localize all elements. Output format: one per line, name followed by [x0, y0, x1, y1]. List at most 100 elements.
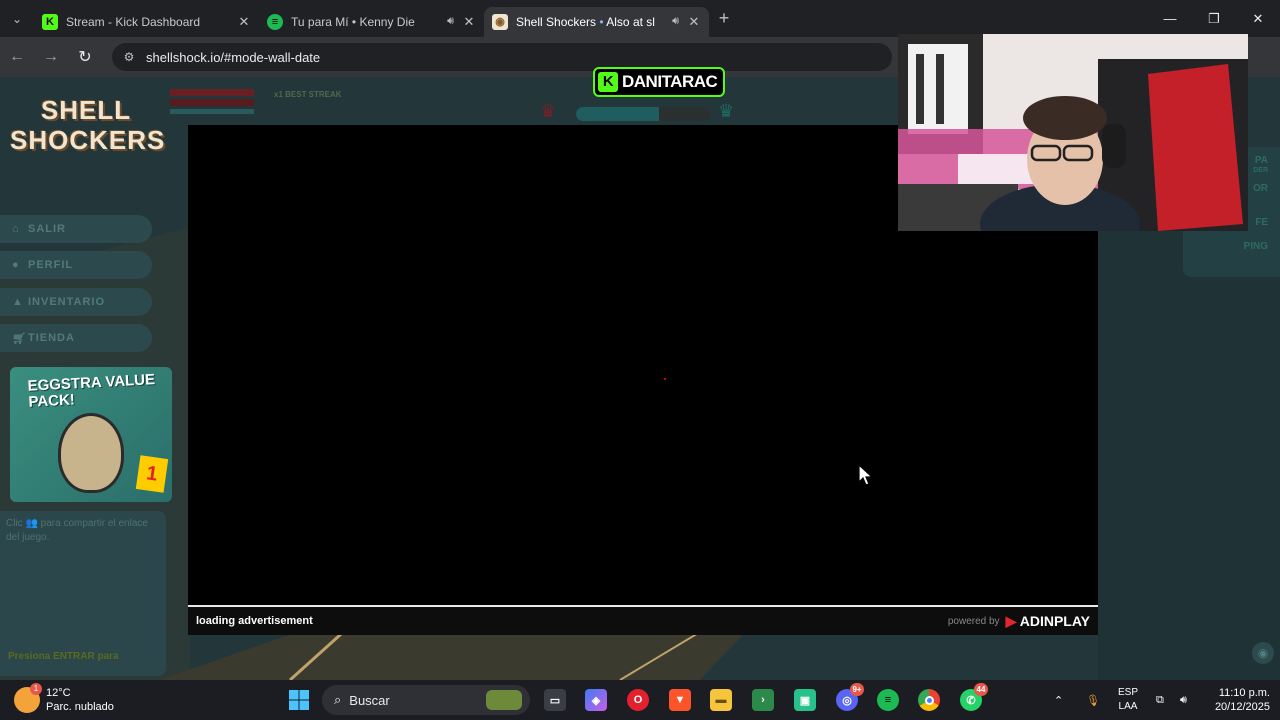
- menu-perfil-button[interactable]: ● PERFIL: [0, 251, 152, 279]
- chrome-icon[interactable]: [918, 689, 940, 711]
- speaker-icon[interactable]: 🔊︎: [672, 15, 679, 28]
- webcam-overlay: [898, 34, 1248, 231]
- menu-salir-button[interactable]: ⌂ SALIR: [0, 215, 152, 243]
- search-placeholder: Buscar: [349, 692, 390, 708]
- terminal-icon[interactable]: ›: [752, 689, 774, 711]
- tab-title: Stream - Kick Dashboard: [66, 14, 201, 29]
- egg-character: [58, 413, 124, 493]
- search-highlight-icon: [486, 690, 522, 710]
- reload-icon[interactable]: ↻: [68, 47, 102, 67]
- adinplay-brand: ADINPLAY: [1019, 612, 1090, 629]
- ad-loading-text: loading advertisement: [196, 615, 313, 627]
- language-indicator[interactable]: ESP LAA: [1118, 686, 1138, 714]
- menu-label: SALIR: [28, 223, 66, 235]
- streamer-name: DANITARAC: [622, 72, 718, 91]
- menu-tienda-button[interactable]: 🛒︎ TIENDA: [0, 324, 152, 352]
- close-icon[interactable]: ✕: [237, 14, 251, 30]
- spotify-icon: ≡: [267, 13, 283, 30]
- eggstra-promo-banner[interactable]: EGGSTRA VALUE PACK! 1: [10, 367, 172, 502]
- lang-code: ESP: [1118, 687, 1139, 698]
- address-bar[interactable]: ⚙ shellshock.io/#mode-wall-date: [112, 43, 892, 71]
- task-view-icon[interactable]: ▭: [544, 689, 566, 711]
- copilot-icon[interactable]: ◈: [585, 689, 607, 711]
- stat-label: DER: [1253, 167, 1268, 174]
- whatsapp-badge: 44: [974, 683, 988, 696]
- stat-label: FE: [1255, 217, 1268, 228]
- ad-powered-by: powered by ▶ ADINPLAY: [948, 613, 1090, 630]
- tab-title: Shell Shockers • Also at sl: [516, 14, 655, 29]
- menu-label: INVENTARIO: [28, 296, 106, 308]
- tab-kick[interactable]: K Stream - Kick Dashboard ✕: [34, 7, 259, 37]
- share-text: Clic 👥 para compartir el enlace del jueg…: [6, 518, 148, 543]
- eye-icon[interactable]: ◉: [1252, 642, 1274, 664]
- whatsapp-icon[interactable]: ✆ 44: [960, 683, 988, 711]
- system-clock[interactable]: 11:10 p.m. 20/12/2025: [1215, 686, 1270, 714]
- stat-label: OR: [1253, 183, 1268, 194]
- discord-icon[interactable]: ◎ 9+: [836, 683, 864, 711]
- team-score-bar: [576, 107, 710, 121]
- windows-taskbar: 1 12°C Parc. nublado ⌕ Buscar ▭ ◈ O ▼ ▬ …: [0, 680, 1280, 720]
- network-icon[interactable]: ⧉: [1156, 680, 1164, 720]
- ad-footer: loading advertisement powered by ▶ ADINP…: [188, 605, 1098, 635]
- tab-title: Tu para Mí • Kenny Die: [291, 14, 415, 29]
- close-icon[interactable]: ✕: [462, 14, 476, 30]
- taskbar-search[interactable]: ⌕ Buscar: [322, 685, 530, 715]
- spotify-icon[interactable]: ≡: [877, 689, 899, 711]
- tab-spotify[interactable]: ≡ Tu para Mí • Kenny Die 🔊︎ ✕: [259, 7, 484, 37]
- android-icon[interactable]: ▣: [794, 689, 816, 711]
- weather-icon: 1: [14, 683, 42, 713]
- weather-text: 12°C Parc. nublado: [46, 686, 114, 714]
- stat-label: PA: [1254, 155, 1268, 166]
- kick-icon: K: [42, 13, 58, 30]
- menu-inventario-button[interactable]: ▲ INVENTARIO: [0, 288, 152, 316]
- close-window-icon[interactable]: ✕: [1236, 0, 1280, 37]
- menu-label: PERFIL: [28, 259, 74, 271]
- cart-icon: 🛒︎: [12, 332, 27, 345]
- crown-red-icon: ♛: [540, 101, 557, 121]
- brave-icon[interactable]: ▼: [669, 689, 691, 711]
- lang-layout: LAA: [1118, 701, 1138, 712]
- menu-label: TIENDA: [28, 332, 75, 344]
- clock-time: 11:10 p.m.: [1218, 687, 1270, 699]
- inventory-icon: ▲: [12, 296, 24, 308]
- kick-username-badge: K DANITARAC: [593, 67, 726, 97]
- close-icon[interactable]: ✕: [687, 14, 701, 30]
- back-icon[interactable]: ←: [0, 48, 34, 66]
- user-icon: ●: [12, 259, 20, 271]
- minimize-icon[interactable]: —: [1148, 0, 1192, 37]
- clock-date: 20/12/2025: [1214, 701, 1270, 713]
- tab-search-button[interactable]: ⌄: [0, 0, 34, 37]
- volume-icon[interactable]: 🔊︎: [1180, 680, 1187, 720]
- tray-overflow-icon[interactable]: ⌃: [1054, 680, 1063, 720]
- restore-icon[interactable]: ❐: [1192, 0, 1236, 37]
- discord-badge: 9+: [850, 683, 864, 696]
- promo-title: EGGSTRA VALUE PACK!: [27, 371, 156, 411]
- best-streak: x1 BEST STREAK: [274, 90, 342, 99]
- mouse-cursor-icon: [858, 464, 874, 486]
- crown-green-icon: ♛: [718, 101, 735, 121]
- webcam-feed: [898, 34, 1248, 231]
- press-enter-text: Presiona ENTRAR para: [8, 651, 119, 662]
- browser-tab-bar: ⌄ K Stream - Kick Dashboard ✕ ≡ Tu para …: [0, 0, 1280, 37]
- weather-badge: 1: [30, 683, 42, 695]
- kick-icon: K: [598, 72, 618, 92]
- game-logo: SHELL SHOCKERS: [10, 95, 166, 155]
- opera-icon[interactable]: O: [627, 689, 649, 711]
- promo-price: 1: [135, 455, 169, 493]
- ping-label: PING: [1243, 241, 1268, 252]
- forward-icon[interactable]: →: [34, 48, 68, 66]
- file-explorer-icon[interactable]: ▬: [710, 689, 732, 711]
- microphone-icon[interactable]: 🎙︎: [1086, 680, 1100, 720]
- speaker-icon[interactable]: 🔊︎: [447, 15, 454, 28]
- weather-temp: 12°C: [46, 687, 71, 699]
- loading-dot: [664, 378, 666, 380]
- url-text: shellshock.io/#mode-wall-date: [146, 49, 321, 65]
- windows-start-icon[interactable]: [288, 689, 310, 711]
- adinplay-logo[interactable]: ▶ ADINPLAY: [1006, 613, 1090, 630]
- window-controls: — ❐ ✕: [1148, 0, 1280, 37]
- site-settings-icon[interactable]: ⚙: [112, 50, 146, 64]
- new-tab-button[interactable]: +: [709, 8, 739, 29]
- weather-desc: Parc. nublado: [46, 701, 114, 713]
- weather-widget[interactable]: 1 12°C Parc. nublado: [14, 683, 114, 714]
- tab-shellshockers[interactable]: ◉ Shell Shockers • Also at sl 🔊︎ ✕: [484, 6, 709, 37]
